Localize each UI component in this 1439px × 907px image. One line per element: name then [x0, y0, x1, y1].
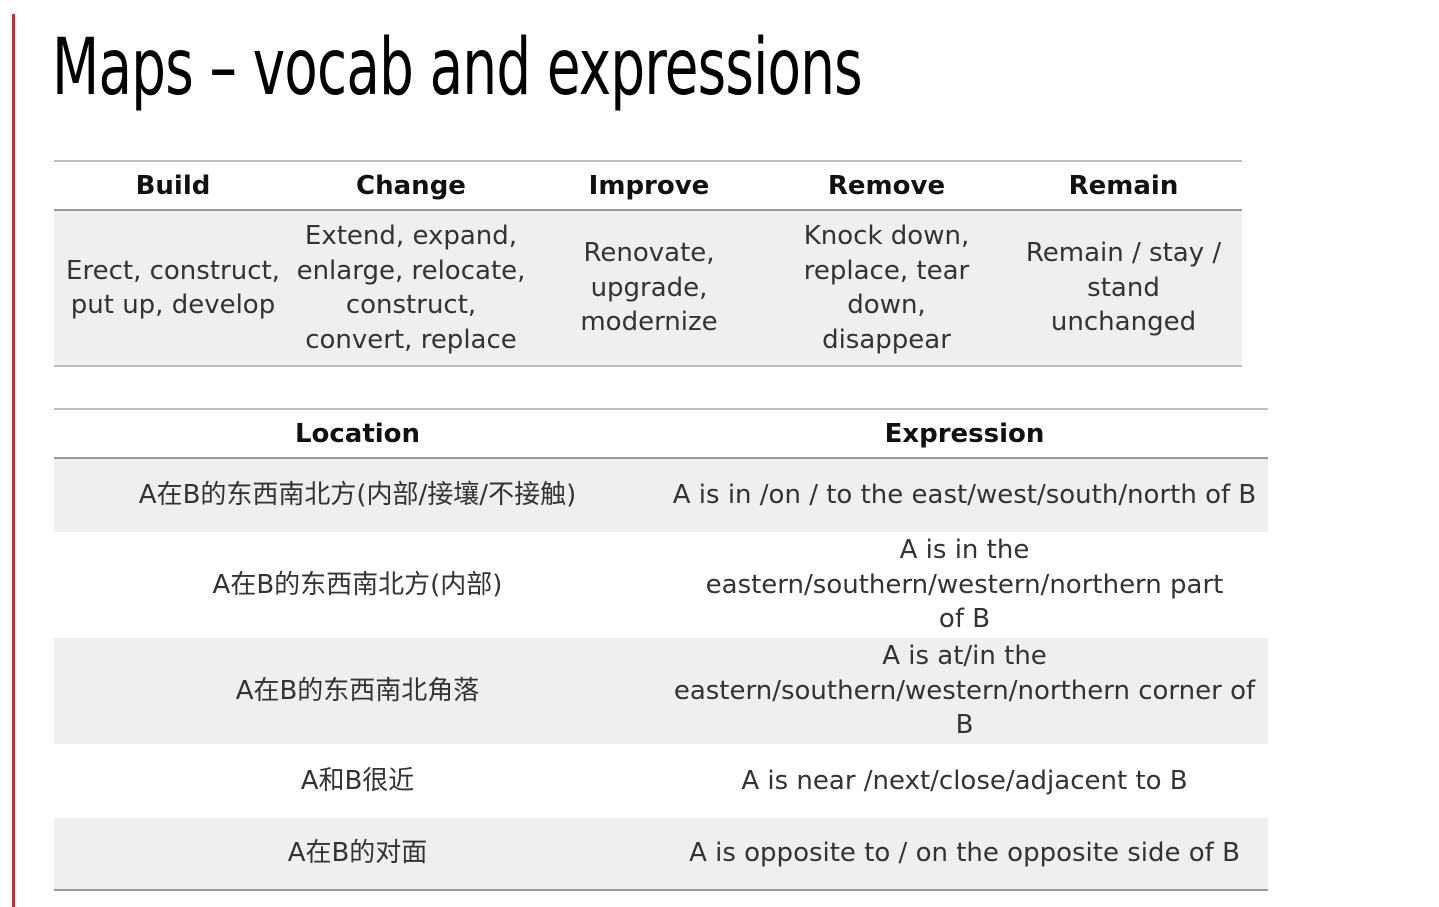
vocab-table: Build Change Improve Remove Remain Erect… — [54, 160, 1242, 367]
vocab-cell-remain: Remain / stay / stand unchanged — [1005, 210, 1242, 367]
table-row: A在B的东西南北方(内部) A is in the eastern/southe… — [54, 532, 1268, 638]
vocab-header-remain: Remain — [1005, 160, 1242, 211]
vocab-header-row: Build Change Improve Remove Remain — [54, 160, 1242, 211]
table-row: A在B的对面 A is opposite to / on the opposit… — [54, 818, 1268, 891]
table-row: A在B的东西南北方(内部/接壤/不接触) A is in /on / to th… — [54, 458, 1268, 532]
vocab-header-improve: Improve — [530, 160, 768, 211]
expression-cell: A is opposite to / on the opposite side … — [661, 818, 1268, 891]
vocab-cell-change: Extend, expand, enlarge, relocate, const… — [292, 210, 530, 367]
location-cell: A在B的东西南北角落 — [54, 638, 661, 744]
table-row: A在B的东西南北角落 A is at/in the eastern/southe… — [54, 638, 1268, 744]
location-cell: A在B的对面 — [54, 818, 661, 891]
vocab-header-build: Build — [54, 160, 292, 211]
expression-cell: A is at/in the eastern/southern/western/… — [661, 638, 1268, 744]
expression-cell: A is in /on / to the east/west/south/nor… — [661, 458, 1268, 532]
location-header: Location — [54, 408, 661, 459]
vocab-cell-remove: Knock down, replace, tear down, disappea… — [768, 210, 1005, 367]
table-row: A和B很近 A is near /next/close/adjacent to … — [54, 744, 1268, 818]
location-cell: A在B的东西南北方(内部) — [212, 569, 503, 600]
vocab-header-change: Change — [292, 160, 530, 211]
expression-cell: A is near /next/close/adjacent to B — [741, 765, 1188, 796]
location-header-row: Location Expression — [54, 408, 1268, 459]
location-cell: A和B很近 — [300, 765, 415, 796]
left-accent-rule — [12, 14, 15, 907]
location-table: Location Expression A在B的东西南北方(内部/接壤/不接触)… — [54, 408, 1268, 891]
vocab-row: Erect, construct, put up, develop Extend… — [54, 210, 1242, 367]
expression-cell: A is in the eastern/southern/western/nor… — [705, 535, 1224, 635]
vocab-cell-build: Erect, construct, put up, develop — [54, 210, 292, 367]
vocab-cell-improve: Renovate, upgrade, modernize — [530, 210, 768, 367]
vocab-header-remove: Remove — [768, 160, 1005, 211]
slide-title: Maps – vocab and expressions — [52, 23, 863, 113]
expression-header: Expression — [661, 408, 1268, 459]
location-cell: A在B的东西南北方(内部/接壤/不接触) — [54, 458, 661, 532]
